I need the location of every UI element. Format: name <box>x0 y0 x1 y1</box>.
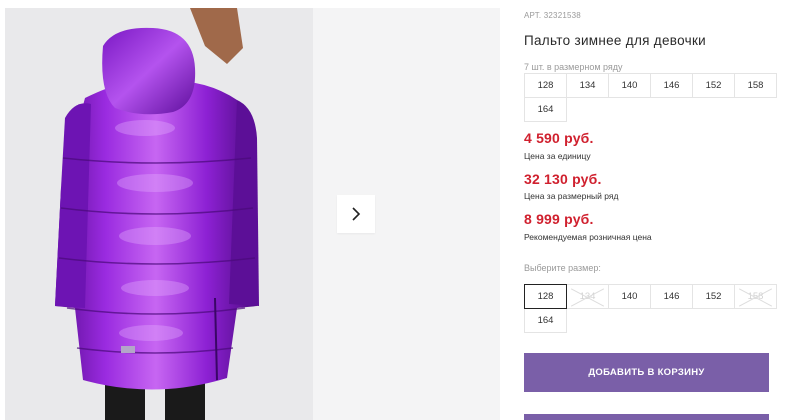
add-to-cart-button[interactable]: ДОБАВИТЬ В КОРЗИНУ <box>524 353 769 392</box>
size-option-158: 158 <box>734 284 777 309</box>
pack-size-cell: 128 <box>524 73 567 98</box>
secondary-button[interactable] <box>524 414 769 420</box>
size-option-128[interactable]: 128 <box>524 284 567 309</box>
coat-illustration <box>55 8 259 420</box>
chevron-right-icon <box>352 207 361 221</box>
pack-size-cell: 146 <box>650 73 693 98</box>
product-info-panel: АРТ. 32321538 Пальто зимнее для девочки … <box>524 0 800 420</box>
pack-sizes: 128 134 140 146 152 158 164 <box>524 73 777 122</box>
size-option-134: 134 <box>566 284 609 309</box>
size-selector: 128 134 140 146 152 158 164 <box>524 284 777 333</box>
retail-price-label: Рекомендуемая розничная цена <box>524 232 652 242</box>
gallery-next-button[interactable] <box>337 195 375 233</box>
pack-size-cell: 158 <box>734 73 777 98</box>
product-title: Пальто зимнее для девочки <box>524 33 707 48</box>
size-option-164[interactable]: 164 <box>524 308 567 333</box>
pack-size-cell: 140 <box>608 73 651 98</box>
pack-info: 7 шт. в размерном ряду <box>524 62 623 72</box>
retail-price: 8 999 руб. <box>524 211 594 227</box>
row-price: 32 130 руб. <box>524 171 602 187</box>
article-number: АРТ. 32321538 <box>524 11 581 20</box>
unit-price: 4 590 руб. <box>524 130 594 146</box>
size-option-140[interactable]: 140 <box>608 284 651 309</box>
unit-price-label: Цена за единицу <box>524 151 591 161</box>
pack-size-cell: 134 <box>566 73 609 98</box>
size-option-146[interactable]: 146 <box>650 284 693 309</box>
pack-size-cell: 152 <box>692 73 735 98</box>
choose-size-label: Выберите размер: <box>524 263 601 273</box>
pack-size-cell: 164 <box>524 97 567 122</box>
product-photo[interactable] <box>5 8 313 420</box>
product-gallery <box>0 0 500 420</box>
row-price-label: Цена за размерный ряд <box>524 191 619 201</box>
size-option-152[interactable]: 152 <box>692 284 735 309</box>
